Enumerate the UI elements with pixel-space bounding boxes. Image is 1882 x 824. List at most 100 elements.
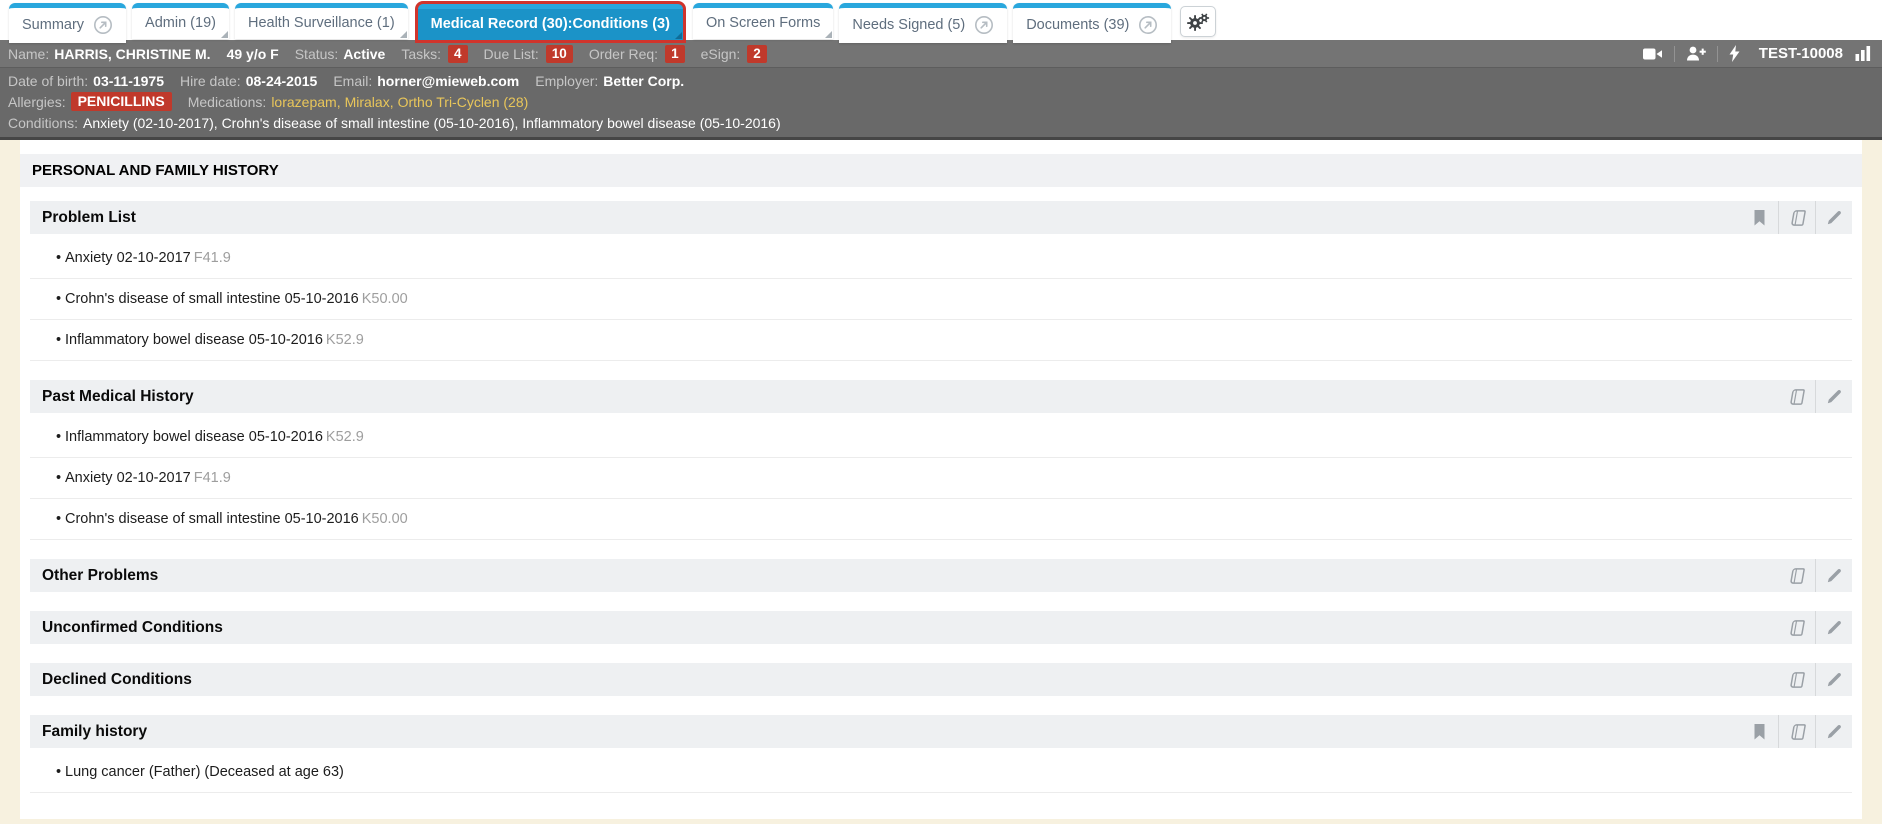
section-other-problems: Other Problems (30, 559, 1852, 592)
tab-documents-39[interactable]: Documents (39) (1013, 3, 1172, 43)
field-label: Allergies: (8, 93, 66, 110)
list-item: Crohn's disease of small intestine 05-10… (30, 499, 1852, 540)
esign-count-badge[interactable]: 2 (747, 44, 767, 63)
settings-button[interactable] (1180, 6, 1217, 37)
allergy-badge[interactable]: PENICILLINS (70, 92, 172, 111)
email-value: horner@mieweb.com (377, 72, 520, 89)
order-req-count-badge[interactable]: 1 (665, 44, 685, 63)
lightning-bolt-icon[interactable] (1729, 45, 1740, 62)
field-label: Date of birth: (8, 72, 89, 89)
video-camera-icon[interactable] (1642, 47, 1663, 61)
external-link-icon[interactable] (974, 15, 994, 35)
external-link-icon[interactable] (93, 15, 113, 35)
allergies-medications-row: Allergies: PENICILLINS Medications: lorazep… (0, 91, 1882, 112)
section-title: Problem List (42, 208, 136, 226)
tab-health-surveillance-1[interactable]: Health Surveillance (1) (234, 3, 408, 39)
divider (1673, 45, 1675, 62)
tab-needs-signed-5[interactable]: Needs Signed (5) (839, 3, 1008, 43)
book-icon (1788, 619, 1805, 636)
external-link-icon[interactable] (1138, 15, 1158, 35)
medication-link[interactable]: lorazepam (271, 94, 336, 110)
pencil-icon (1827, 672, 1842, 687)
bookmark-button[interactable] (1741, 715, 1778, 748)
book-button[interactable] (1778, 611, 1815, 644)
bar-chart-icon[interactable] (1855, 46, 1872, 61)
patient-header: Name: HARRIS, CHRISTINE M. 49 y/o F Status:… (0, 40, 1882, 140)
tab-label: Summary (22, 17, 85, 33)
item-code: K52.9 (325, 429, 364, 445)
pencil-button[interactable] (1815, 611, 1852, 644)
bookmark-button[interactable] (1741, 201, 1778, 234)
gears-icon (1186, 12, 1211, 32)
patient-summary-row: Name: HARRIS, CHRISTINE M. 49 y/o F Status:… (0, 40, 1882, 68)
section-title: Unconfirmed Conditions (42, 618, 223, 636)
book-button[interactable] (1778, 380, 1815, 413)
section-header: Other Problems (30, 559, 1852, 592)
book-icon (1788, 388, 1805, 405)
pencil-button[interactable] (1815, 380, 1852, 413)
book-icon (1788, 567, 1805, 584)
divider (1716, 45, 1718, 62)
list-item: Anxiety 02-10-2017F41.9 (30, 458, 1852, 499)
medication-link[interactable]: Ortho Tri-Cyclen (28) (398, 94, 529, 110)
item-code: K50.00 (361, 511, 408, 527)
tab-summary[interactable]: Summary (9, 3, 127, 43)
book-icon (1789, 209, 1806, 226)
pencil-icon (1827, 724, 1842, 739)
item-code: K50.00 (361, 291, 408, 307)
book-button[interactable] (1778, 559, 1815, 592)
field-label: Order Req: (588, 45, 659, 62)
pencil-button[interactable] (1815, 559, 1852, 592)
add-person-icon[interactable] (1686, 46, 1706, 61)
medication-link[interactable]: Miralax (345, 94, 390, 110)
pencil-button[interactable] (1815, 663, 1852, 696)
tab-label: Needs Signed (5) (852, 17, 966, 33)
hire-date-value: 08-24-2015 (245, 72, 318, 89)
field-label: Employer: (535, 72, 599, 89)
patient-demographics-row: Date of birth: 03-11-1975 Hire date: 08-24-… (0, 70, 1882, 91)
section-problem-list: Problem List Anxiety 02-10-2017F41.9 Crohn… (30, 201, 1852, 361)
pencil-icon (1827, 389, 1842, 404)
list-item: Lung cancer (Father) (Deceased at age 63… (30, 752, 1852, 793)
section-title: Past Medical History (42, 387, 194, 405)
page-title: PERSONAL AND FAMILY HISTORY (20, 154, 1862, 187)
item-text: Crohn's disease of small intestine 05-10… (65, 511, 359, 527)
pencil-button[interactable] (1815, 715, 1852, 748)
field-label: Conditions: (8, 114, 79, 131)
date-of-birth-value: 03-11-1975 (93, 72, 164, 89)
item-list: Lung cancer (Father) (Deceased at age 63… (30, 752, 1852, 793)
sections-container: Problem ListAnxiety 02-10-2017F41.9Crohn… (20, 201, 1862, 793)
bookmark-icon (1753, 209, 1766, 226)
tab-list: Summary Admin (19) Health Surveillance (1)… (6, 0, 1174, 43)
list-item: Crohn's disease of small intestine 05-10… (30, 279, 1852, 320)
list-item: Inflammatory bowel disease 05-10-2016K52… (30, 320, 1852, 361)
due-list-count-badge[interactable]: 10 (545, 44, 573, 63)
conditions-row: Conditions: Anxiety (02-10-2017), Crohn's… (0, 112, 1882, 133)
pencil-button[interactable] (1815, 201, 1852, 234)
field-label: Medications: (187, 93, 267, 110)
tab-label: Health Surveillance (1) (247, 15, 395, 31)
item-text: Inflammatory bowel disease 05-10-2016 (65, 332, 323, 348)
pencil-icon (1827, 568, 1842, 583)
item-text: Anxiety 02-10-2017 (65, 470, 191, 486)
item-list: Anxiety 02-10-2017F41.9 Crohn's disease o… (30, 238, 1852, 361)
tab-bar: Summary Admin (19) Health Surveillance (1)… (0, 0, 1882, 43)
item-text: Anxiety 02-10-2017 (65, 250, 191, 266)
book-button[interactable] (1778, 715, 1815, 748)
medication-separator: , (336, 93, 341, 110)
tab-admin-19[interactable]: Admin (19) (132, 3, 229, 39)
age-sex: 49 y/o F (226, 45, 279, 62)
tab-medical-record-30-conditions-3[interactable]: Medical Record (30):Conditions (3) (417, 4, 683, 40)
book-button[interactable] (1778, 201, 1815, 234)
field-label: Name: (8, 45, 50, 62)
tab-label: Documents (39) (1026, 17, 1130, 33)
section-past-medical-history: Past Medical History Inflammatory bowel d… (30, 380, 1852, 540)
tasks-count-badge[interactable]: 4 (448, 44, 468, 63)
tab-label: On Screen Forms (705, 15, 821, 31)
book-button[interactable] (1778, 663, 1815, 696)
tab-on-screen-forms[interactable]: On Screen Forms (692, 3, 834, 39)
section-family-history: Family history Lung cancer (Father) (Dece… (30, 715, 1852, 793)
field-label: eSign: (700, 45, 741, 62)
book-icon (1789, 723, 1806, 740)
list-item: Anxiety 02-10-2017F41.9 (30, 238, 1852, 279)
